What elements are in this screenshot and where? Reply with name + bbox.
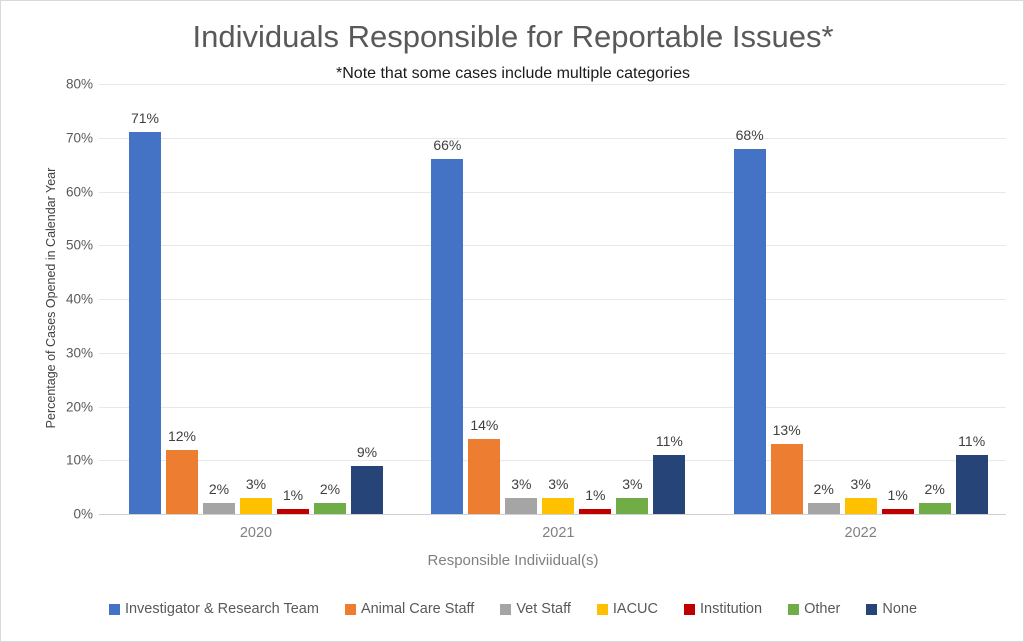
bar-value-label: 12%: [167, 427, 197, 444]
bar-value-label: 68%: [735, 126, 764, 143]
chart-title: Individuals Responsible for Reportable I…: [192, 19, 834, 54]
bar[interactable]: [351, 465, 383, 514]
bar[interactable]: [431, 159, 464, 514]
legend-item[interactable]: Other: [788, 601, 840, 617]
y-axis-tick-label: 40%: [65, 291, 93, 307]
y-axis-tick-labels: 0% 10% 20% 30% 40% 50% 60% 70% 80%: [41, 77, 93, 522]
bar[interactable]: [844, 497, 877, 514]
legend-swatch-icon: [866, 603, 878, 615]
bar-value-label: 3%: [548, 475, 569, 492]
x-axis-category-label: 2021: [542, 525, 575, 541]
chart-subtitle-note: *Note that some cases include multiple c…: [336, 65, 690, 82]
legend-item[interactable]: Animal Care Staff: [344, 601, 475, 617]
bar[interactable]: [770, 444, 803, 514]
legend-swatch-icon: [344, 603, 356, 615]
legend-swatch-icon: [788, 603, 800, 615]
legend-label: None: [882, 601, 918, 617]
bar[interactable]: [240, 497, 272, 514]
bar[interactable]: [616, 497, 649, 514]
bar-value-label: 3%: [511, 475, 532, 492]
y-axis-tick-label: 0%: [73, 506, 93, 522]
x-axis-line: [99, 514, 1006, 515]
bar-value-label: 1%: [282, 486, 304, 503]
x-axis-category-label: 2020: [239, 525, 273, 541]
legend-label: Animal Care Staff: [360, 601, 475, 617]
y-axis-tick-label: 50%: [65, 237, 93, 253]
bar-value-label: 3%: [622, 475, 643, 492]
legend-label: IACUC: [612, 601, 658, 617]
bar-value-label: 66%: [433, 137, 462, 154]
bar[interactable]: [468, 438, 501, 514]
bar[interactable]: [203, 503, 235, 514]
gridline: [99, 84, 1006, 85]
y-axis-tick-label: 70%: [65, 130, 93, 146]
bar[interactable]: [505, 497, 538, 514]
bar-value-label: 2%: [208, 481, 230, 498]
bar[interactable]: [653, 454, 686, 514]
bar[interactable]: [277, 508, 309, 514]
bar-value-label: 3%: [850, 475, 871, 492]
legend-label: Vet Staff: [516, 601, 571, 617]
legend-item[interactable]: Vet Staff: [500, 601, 571, 617]
bar-value-label: 1%: [585, 486, 606, 503]
legend-label: Institution: [700, 601, 763, 617]
legend-label: Investigator & Research Team: [124, 601, 319, 617]
bar-value-label: 2%: [924, 481, 945, 498]
bar[interactable]: [807, 503, 840, 514]
bar-value-label: 11%: [655, 432, 683, 449]
y-axis-tick-label: 20%: [65, 399, 93, 414]
y-axis-tick-label: 30%: [65, 345, 93, 361]
bar-value-label: 13%: [772, 422, 801, 439]
bar[interactable]: [166, 449, 198, 514]
gridline: [99, 299, 1006, 300]
bar[interactable]: [955, 454, 988, 514]
x-axis-category-label: 2022: [844, 525, 877, 541]
gridline: [99, 460, 1006, 462]
legend-swatch-icon: [596, 603, 608, 615]
y-axis-tick-label: 10%: [65, 452, 93, 468]
bar-value-label: 71%: [130, 110, 160, 127]
legend-item[interactable]: IACUC: [596, 601, 658, 617]
bar[interactable]: [542, 497, 575, 514]
bar[interactable]: [314, 503, 346, 514]
y-axis-tick-label: 80%: [65, 76, 93, 92]
y-axis-tick-label: 60%: [65, 184, 93, 199]
plot-area: 71% 12% 2% 3% 1% 2% 9% 66% 14% 3% 3% 1% 3% 11% 68% 13% 2…: [99, 84, 1006, 515]
bar-value-label: 2%: [319, 481, 341, 498]
legend-item[interactable]: Institution: [684, 601, 762, 617]
bar[interactable]: [733, 148, 766, 514]
legend-label: Other: [804, 601, 841, 617]
bar-value-label: 1%: [887, 486, 908, 503]
bar[interactable]: [918, 503, 951, 514]
legend-swatch-icon: [108, 603, 120, 615]
bar-value-label: 2%: [813, 481, 834, 498]
legend-swatch-icon: [684, 603, 695, 615]
bar[interactable]: [129, 132, 161, 514]
gridline: [99, 352, 1006, 354]
bar-value-label: 14%: [470, 416, 499, 433]
legend-item[interactable]: None: [866, 601, 917, 617]
bar-value-label: 9%: [356, 443, 378, 460]
gridline: [99, 406, 1006, 408]
bar-value-label: 11%: [958, 432, 986, 449]
chart-legend: Investigator & Research Team Animal Care …: [1, 601, 1023, 617]
chart-container: Individuals Responsible for Reportable I…: [0, 0, 1024, 642]
bar[interactable]: [881, 508, 914, 514]
bar-value-label: 3%: [245, 475, 267, 492]
gridline: [99, 137, 1006, 139]
legend-item[interactable]: Investigator & Research Team: [108, 601, 319, 617]
gridline: [99, 245, 1006, 247]
legend-swatch-icon: [500, 603, 512, 615]
x-axis-title: Responsible Indiviidual(s): [427, 552, 599, 569]
gridline: [99, 191, 1006, 193]
bar[interactable]: [579, 508, 612, 514]
